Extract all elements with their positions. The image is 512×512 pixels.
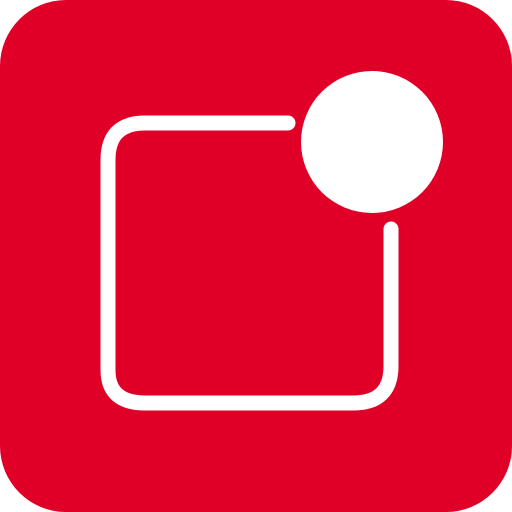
app-icon[interactable]: [0, 0, 512, 512]
notification-icon: [0, 0, 512, 512]
notification-dot-icon: [301, 71, 443, 213]
icon-background: [0, 0, 512, 512]
